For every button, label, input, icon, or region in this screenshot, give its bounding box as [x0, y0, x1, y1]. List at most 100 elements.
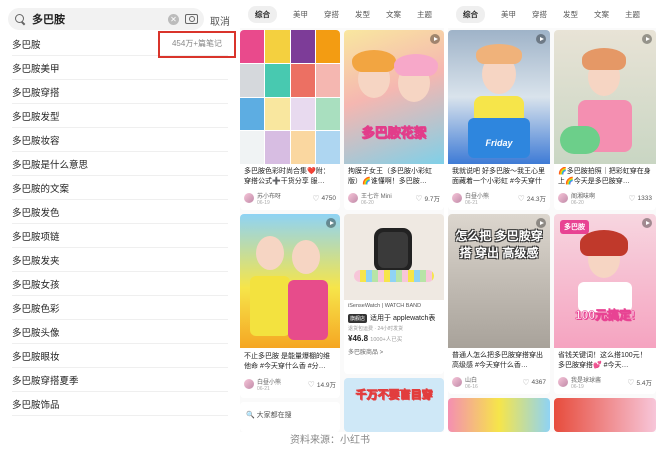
note-meta: 阁湘味啊 06-20 ♡ 1333	[558, 191, 652, 206]
heart-icon[interactable]: ♡	[627, 378, 634, 387]
heart-icon[interactable]: ♡	[518, 194, 525, 203]
note-thumbnail: Friday	[448, 30, 550, 164]
search-bar[interactable]: ✕	[8, 8, 204, 30]
note-title: 普通人怎么把多巴胺穿搭穿出高级感 #今天穿什么香…	[452, 352, 543, 369]
thumbnail-caption: 怎么把 多巴胺穿搭 穿出 高级感	[455, 229, 543, 260]
heart-icon[interactable]: ♡	[628, 194, 635, 203]
note-card[interactable]: 不止多巴胺 是能量爆棚的维他命 #今天穿什么香 #分… 白昼小熊 06-21 ♡ …	[240, 214, 340, 398]
note-card[interactable]: 千万不要盲目穿	[344, 378, 444, 432]
thumbnail-badge: 多巴胺	[560, 220, 589, 234]
note-title: 拘膜子女王（多巴胺小彩虹版）🌈谁懂啊！多巴胺…	[348, 168, 432, 185]
note-thumbnail: 怎么把 多巴胺穿搭 穿出 高级感	[448, 214, 550, 348]
like-count: 9.7万	[424, 196, 440, 203]
tab-3[interactable]: 发型	[563, 9, 578, 20]
search-icon	[14, 13, 27, 26]
suggestion-item[interactable]: 多巴胺美甲	[12, 56, 228, 80]
heart-icon[interactable]: ♡	[312, 194, 319, 203]
shop-link[interactable]: 多巴胺商品 >	[348, 347, 383, 356]
category-tabs: 综合 美甲 穿搭 发型 文案 主题	[448, 0, 656, 28]
suggestion-item[interactable]: 多巴胺的文案	[12, 176, 228, 200]
note-card[interactable]: Friday 我就说吧 好多巴胺～我王心里面藏着一个小彩虹 #今天穿什么香… 白…	[448, 30, 550, 210]
suggestion-item[interactable]: 多巴胺发型	[12, 104, 228, 128]
note-thumbnail	[554, 30, 656, 164]
note-title: 省钱关键词！这么搭100元！多巴胺穿搭💕 #今天…	[558, 352, 647, 369]
suggestion-item[interactable]: 多巴胺发夹	[12, 248, 228, 272]
note-card[interactable]: 怎么把 多巴胺穿搭 穿出 高级感 普通人怎么把多巴胺穿搭穿出高级感 #今天穿什么…	[448, 214, 550, 394]
suggestion-text: 多巴胺色彩	[12, 303, 60, 315]
tab-5[interactable]: 主题	[625, 9, 640, 20]
avatar	[558, 193, 568, 203]
note-card[interactable]: 多巴胺 100元搞定! 省钱关键词！这么搭100元！多巴胺穿搭💕 #今天… 我是…	[554, 214, 656, 394]
like-count: 1333	[637, 194, 652, 202]
suggestion-text: 多巴胺是什么意思	[12, 159, 89, 171]
note-card[interactable]	[554, 398, 656, 432]
note-title: 我就说吧 好多巴胺～我王心里面藏着一个小彩虹 #今天穿什么香…	[452, 168, 545, 185]
tab-0[interactable]: 综合	[248, 5, 277, 23]
suggestion-item[interactable]: 多巴胺项链	[12, 224, 228, 248]
video-icon	[536, 218, 546, 228]
note-card[interactable]: 多巴胺色彩时尚合集❤️附：穿搭公式➕干货分享 服… 苏小布呀 06-19 ♡ 47…	[240, 30, 340, 210]
author-name: 白昼小熊 06-21	[257, 379, 282, 392]
tab-2[interactable]: 穿搭	[324, 9, 339, 20]
suggestion-item[interactable]: 多巴胺女孩	[12, 272, 228, 296]
tab-1[interactable]: 美甲	[501, 9, 516, 20]
search-panel: ✕ 取消 多巴胺454万+篇笔记多巴胺美甲多巴胺穿搭多巴胺发型多巴胺妆容多巴胺是…	[0, 0, 238, 432]
note-thumbnail: 多巴胺 100元搞定!	[554, 214, 656, 348]
search-hint-card[interactable]: 🔍 大家都在搜	[240, 402, 340, 432]
video-icon	[536, 34, 546, 44]
product-title: 旗舰店 适用于 applewatch表	[348, 313, 436, 323]
note-card[interactable]: 🌈多巴胺拍照｜把彩虹穿在身上🌈今天是多巴胺穿… 阁湘味啊 06-20 ♡ 1333	[554, 30, 656, 210]
tab-1[interactable]: 美甲	[293, 9, 308, 20]
tab-0[interactable]: 综合	[456, 5, 485, 23]
suggestion-item[interactable]: 多巴胺穿搭夏季	[12, 368, 228, 392]
heart-icon[interactable]: ♡	[415, 194, 422, 203]
avatar	[348, 193, 358, 203]
tab-3[interactable]: 发型	[355, 9, 370, 20]
like-count: 4750	[321, 194, 336, 202]
search-input[interactable]	[32, 13, 162, 25]
suggestion-text: 多巴胺头像	[12, 327, 60, 339]
suggestion-item[interactable]: 多巴胺头像	[12, 320, 228, 344]
author-name: 我是球球酱 06-19	[571, 377, 602, 390]
camera-icon[interactable]	[185, 14, 198, 24]
author-name: 阁湘味啊 06-20	[571, 193, 596, 206]
video-icon	[642, 34, 652, 44]
source-caption: 资料来源：小红书	[0, 432, 660, 450]
tab-5[interactable]: 主题	[417, 9, 432, 20]
author-name: 王七许 Mini 06-20	[361, 193, 392, 206]
tab-2[interactable]: 穿搭	[532, 9, 547, 20]
suggestion-text: 多巴胺发型	[12, 111, 60, 123]
note-card[interactable]: 多巴胺花絮 拘膜子女王（多巴胺小彩虹版）🌈谁懂啊！多巴胺… 王七许 Mini 06…	[344, 30, 444, 210]
suggestion-item[interactable]: 多巴胺是什么意思	[12, 152, 228, 176]
suggestion-text: 多巴胺发夹	[12, 255, 60, 267]
note-card[interactable]	[448, 398, 550, 432]
highlight-box	[158, 31, 236, 58]
clear-icon[interactable]: ✕	[168, 13, 179, 25]
tab-4[interactable]: 文案	[386, 9, 401, 20]
note-title: 多巴胺色彩时尚合集❤️附：穿搭公式➕干货分享 服…	[244, 168, 330, 185]
suggestion-item[interactable]: 多巴胺饰品	[12, 392, 228, 416]
suggestion-text: 多巴胺眼妆	[12, 351, 60, 363]
tab-4[interactable]: 文案	[594, 9, 609, 20]
suggestion-list: 多巴胺 454万+篇笔记 多巴胺美甲 多巴胺穿搭 多巴胺发型 多巴胺妆容 多巴胺是什么意思多…	[0, 32, 238, 416]
thumbnail-caption: 100元搞定!	[574, 308, 636, 323]
author-name: 苏小布呀 06-19	[257, 193, 282, 206]
heart-icon[interactable]: ♡	[308, 380, 315, 389]
suggestion-text: 多巴胺	[12, 39, 41, 51]
suggestion-item[interactable]: 多巴胺眼妆	[12, 344, 228, 368]
like-count: 14.9万	[316, 382, 336, 389]
store-badge: 旗舰店	[348, 313, 368, 323]
suggestion-item[interactable]: 多巴胺妆容	[12, 128, 228, 152]
category-tabs: 综合 美甲 穿搭 发型 文案 主题	[240, 0, 444, 28]
author-name: 山白 06-16	[465, 377, 478, 390]
suggestion-item[interactable]: 多巴胺发色	[12, 200, 228, 224]
note-meta: 白昼小熊 06-21 ♡ 14.9万	[244, 377, 336, 392]
cancel-button[interactable]: 取消	[210, 13, 230, 28]
heart-icon[interactable]: ♡	[522, 378, 529, 387]
suggestion-item[interactable]: 多巴胺穿搭	[12, 80, 228, 104]
suggestion-item[interactable]: 多巴胺色彩	[12, 296, 228, 320]
product-card[interactable]: iSenseWatch | WATCH BAND 旗舰店 适用于 applewa…	[344, 214, 444, 374]
feed-column-2: 综合 美甲 穿搭 发型 文案 主题 Friday 我就说吧 好多巴胺～我王心里面藏着一个小…	[448, 0, 656, 432]
note-thumbnail: 多巴胺花絮	[344, 30, 444, 164]
suggestion-text: 多巴胺项链	[12, 231, 60, 243]
